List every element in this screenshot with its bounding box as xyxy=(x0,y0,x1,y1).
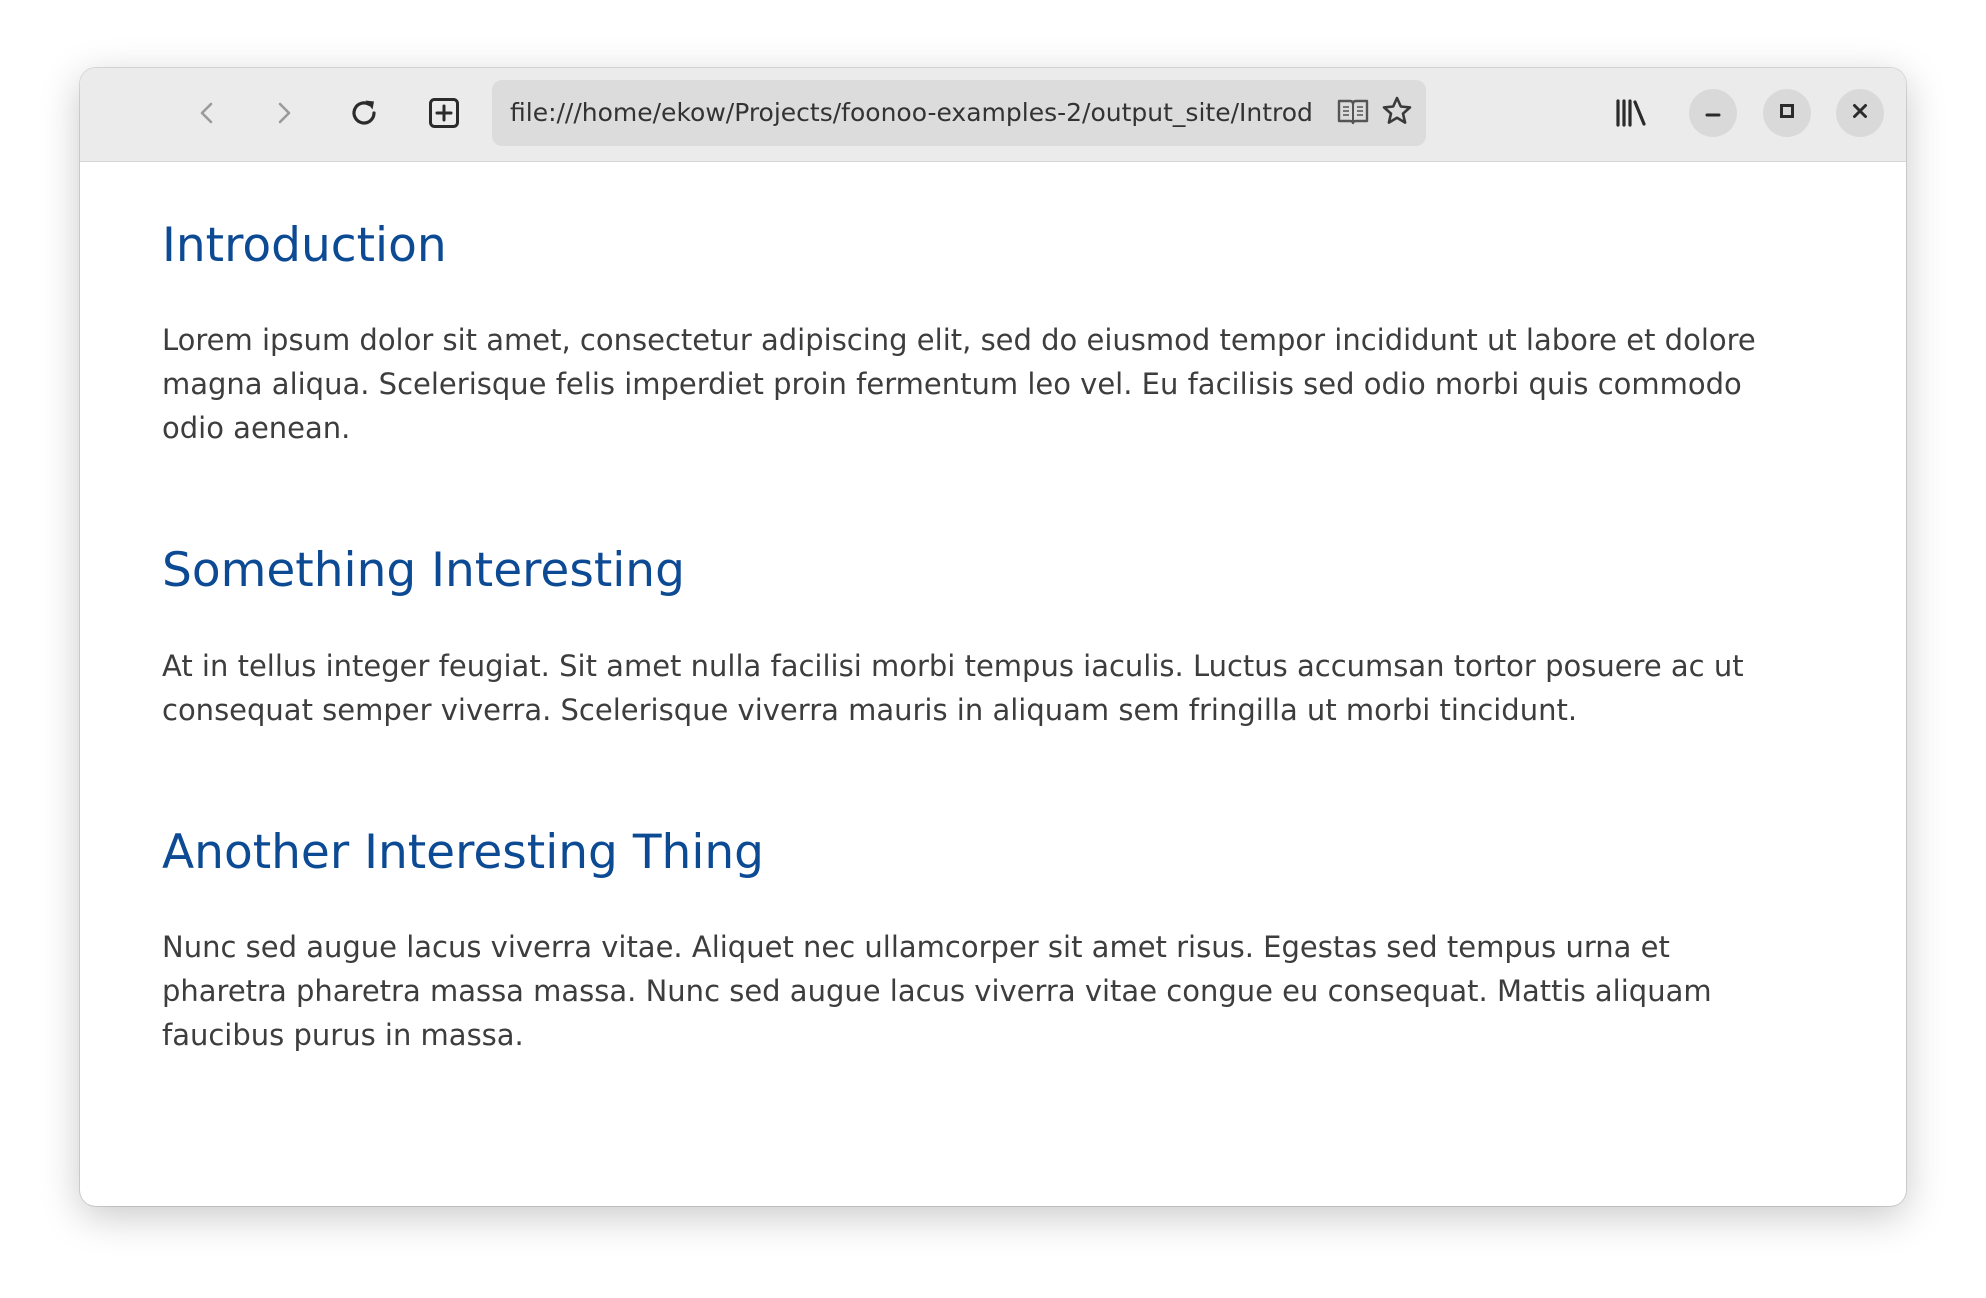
url-text[interactable]: file:///home/ekow/Projects/foonoo-exampl… xyxy=(510,80,1326,146)
section-heading: Another Interesting Thing xyxy=(162,824,765,880)
chevron-right-icon xyxy=(270,99,298,127)
browser-toolbar: file:///home/ekow/Projects/foonoo-exampl… xyxy=(80,68,1906,162)
plus-square-icon xyxy=(427,96,461,130)
minimize-button[interactable] xyxy=(1689,89,1737,137)
maximize-icon xyxy=(1778,102,1796,124)
minimize-icon xyxy=(1704,102,1722,124)
close-icon xyxy=(1851,102,1869,124)
reader-view-icon xyxy=(1337,97,1369,129)
new-tab-button[interactable] xyxy=(419,88,469,138)
section-heading: Something Interesting xyxy=(162,543,685,599)
page-content: Introduction Lorem ipsum dolor sit amet,… xyxy=(162,218,1802,1057)
back-button[interactable] xyxy=(182,88,232,138)
address-bar[interactable]: file:///home/ekow/Projects/foonoo-exampl… xyxy=(492,80,1426,146)
reload-button[interactable] xyxy=(339,88,389,138)
section-paragraph: Nunc sed augue lacus viverra vitae. Aliq… xyxy=(162,930,1712,1053)
library-button[interactable] xyxy=(1606,88,1656,138)
section-heading: Introduction xyxy=(162,218,447,273)
maximize-button[interactable] xyxy=(1763,89,1811,137)
section-paragraph: At in tellus integer feugiat. Sit amet n… xyxy=(162,648,1744,727)
close-button[interactable] xyxy=(1836,89,1884,137)
library-icon xyxy=(1614,98,1648,128)
star-icon xyxy=(1381,95,1413,131)
section-paragraph: Lorem ipsum dolor sit amet, consectetur … xyxy=(162,323,1756,446)
reload-icon xyxy=(347,96,381,130)
chevron-left-icon xyxy=(193,99,221,127)
bookmark-button[interactable] xyxy=(1380,96,1414,130)
browser-window: file:///home/ekow/Projects/foonoo-exampl… xyxy=(80,68,1906,1206)
forward-button[interactable] xyxy=(259,88,309,138)
reader-view-button[interactable] xyxy=(1336,96,1370,130)
